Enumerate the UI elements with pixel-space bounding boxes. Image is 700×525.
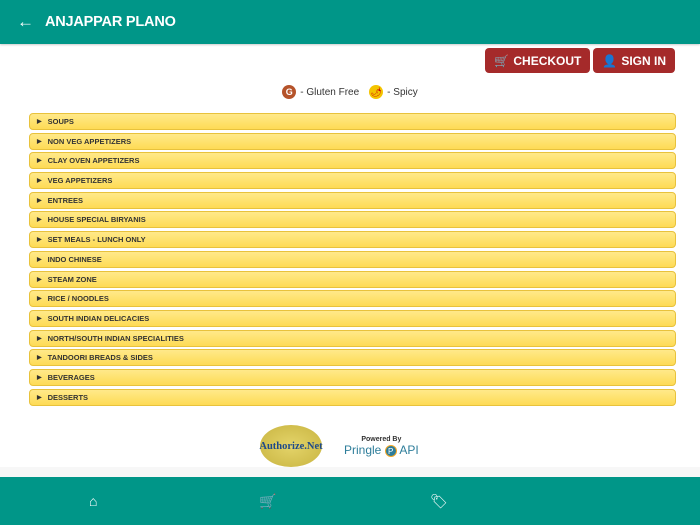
caret-right-icon: ▶ bbox=[37, 355, 42, 362]
checkout-button[interactable]: 🛒 CHECKOUT bbox=[485, 48, 591, 73]
category-label: SOUPS bbox=[47, 117, 74, 126]
basket-icon[interactable]: 🛒 bbox=[259, 493, 276, 510]
pringle-api-logo: Powered By Pringle P API bbox=[344, 436, 419, 457]
category-label: STEAM ZONE bbox=[47, 274, 97, 284]
caret-right-icon: ▶ bbox=[37, 276, 42, 283]
category-row[interactable]: ▶ BEVERAGES bbox=[29, 368, 676, 386]
category-row[interactable]: ▶ DESSERTS bbox=[29, 388, 676, 406]
caret-right-icon: ▶ bbox=[37, 197, 42, 204]
category-list: ▶ SOUPS ▶ NON VEG APPETIZERS ▶ CLAY OVEN APPE… bbox=[29, 113, 676, 408]
category-row[interactable]: ▶ SOUTH INDIAN DELICACIES bbox=[29, 309, 676, 327]
category-label: RICE / NOODLES bbox=[47, 294, 109, 304]
category-label: INDO CHINESE bbox=[47, 254, 102, 264]
gluten-free-icon: G bbox=[282, 85, 297, 99]
home-icon[interactable]: ⌂ bbox=[89, 493, 97, 509]
caret-right-icon: ▶ bbox=[37, 296, 42, 303]
footer-band bbox=[0, 467, 700, 477]
category-label: ENTREES bbox=[47, 195, 84, 205]
caret-right-icon: ▶ bbox=[37, 119, 42, 125]
powered-by-label: Powered By bbox=[361, 435, 402, 443]
category-label: DESSERTS bbox=[47, 392, 89, 402]
category-row[interactable]: ▶ INDO CHINESE bbox=[29, 250, 676, 268]
checkout-label: CHECKOUT bbox=[513, 53, 582, 68]
category-label: HOUSE SPECIAL BIRYANIS bbox=[47, 215, 146, 225]
category-label: NON VEG APPETIZERS bbox=[47, 136, 132, 146]
cart-icon: 🛒 bbox=[494, 53, 510, 68]
category-row[interactable]: ▶ STEAM ZONE bbox=[29, 270, 676, 288]
caret-right-icon: ▶ bbox=[37, 138, 42, 145]
caret-right-icon: ▶ bbox=[37, 374, 42, 381]
category-label: SOUTH INDIAN DELICACIES bbox=[47, 313, 150, 323]
category-row[interactable]: ▶ TANDOORI BREADS & SIDES bbox=[29, 349, 676, 367]
category-row[interactable]: ▶ ENTREES bbox=[29, 191, 676, 209]
gluten-free-label: - Gluten Free bbox=[300, 86, 360, 98]
authorize-net-label: Authorize.Net bbox=[259, 440, 323, 452]
spicy-label: - Spicy bbox=[387, 86, 418, 98]
category-label: SET MEALS - LUNCH ONLY bbox=[47, 235, 146, 245]
category-row[interactable]: ▶ SOUPS bbox=[29, 113, 676, 130]
category-row[interactable]: ▶ CLAY OVEN APPETIZERS bbox=[29, 152, 676, 170]
bottom-nav: ⌂ 🛒 🏷 bbox=[0, 477, 700, 525]
category-row[interactable]: ▶ VEG APPETIZERS bbox=[29, 172, 676, 190]
category-row[interactable]: ▶ SET MEALS - LUNCH ONLY bbox=[29, 231, 676, 249]
sign-in-button[interactable]: 👤 SIGN IN bbox=[593, 48, 675, 73]
spicy-chili-icon: 🌶 bbox=[369, 85, 384, 99]
api-label: API bbox=[399, 442, 419, 457]
category-label: TANDOORI BREADS & SIDES bbox=[47, 353, 153, 363]
category-label: BEVERAGES bbox=[47, 372, 95, 382]
category-label: NORTH/SOUTH INDIAN SPECIALITIES bbox=[47, 333, 184, 343]
pringle-label: Pringle bbox=[344, 442, 382, 457]
category-row[interactable]: ▶ NON VEG APPETIZERS bbox=[29, 132, 676, 150]
caret-right-icon: ▶ bbox=[37, 394, 42, 401]
category-label: VEG APPETIZERS bbox=[47, 176, 113, 186]
caret-right-icon: ▶ bbox=[37, 315, 42, 322]
authorize-net-seal[interactable]: Authorize.Net bbox=[259, 425, 323, 467]
caret-right-icon: ▶ bbox=[37, 178, 42, 185]
category-row[interactable]: ▶ NORTH/SOUTH INDIAN SPECIALITIES bbox=[29, 329, 676, 347]
app-bar: ← ANJAPPAR PLANO bbox=[0, 0, 700, 44]
dietary-legend: G - Gluten Free 🌶 - Spicy bbox=[0, 85, 700, 99]
user-icon: 👤 bbox=[602, 53, 618, 68]
caret-right-icon: ▶ bbox=[37, 237, 42, 244]
back-arrow-icon[interactable]: ← bbox=[17, 12, 34, 32]
category-row[interactable]: ▶ HOUSE SPECIAL BIRYANIS bbox=[29, 211, 676, 229]
page-title: ANJAPPAR PLANO bbox=[45, 14, 176, 30]
category-row[interactable]: ▶ RICE / NOODLES bbox=[29, 290, 676, 308]
sign-in-label: SIGN IN bbox=[621, 53, 666, 68]
pringle-p-icon: P bbox=[384, 444, 397, 457]
tag-icon[interactable]: 🏷 bbox=[430, 493, 448, 510]
caret-right-icon: ▶ bbox=[37, 158, 42, 165]
caret-right-icon: ▶ bbox=[37, 335, 42, 342]
caret-right-icon: ▶ bbox=[37, 256, 42, 263]
category-label: CLAY OVEN APPETIZERS bbox=[47, 156, 140, 166]
caret-right-icon: ▶ bbox=[37, 217, 42, 224]
